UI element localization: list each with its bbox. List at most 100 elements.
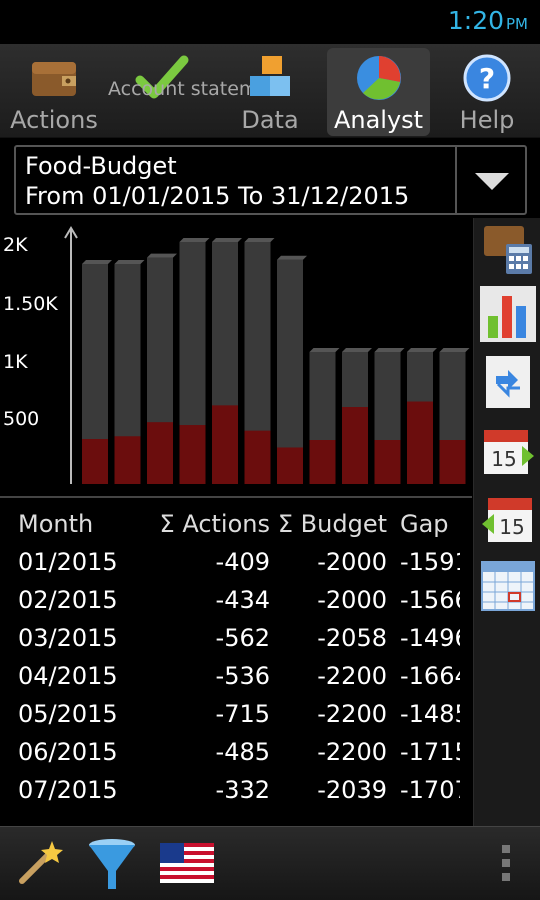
tab-account-statement-label: Account statement xyxy=(108,78,289,100)
tab-actions-label: Actions xyxy=(10,106,98,134)
budget-selector[interactable]: Food-Budget From 01/01/2015 To 31/12/201… xyxy=(14,145,527,215)
budget-bar-top xyxy=(309,348,340,352)
cell-gap: -1591 xyxy=(400,548,460,576)
calendar-icon[interactable] xyxy=(480,558,536,614)
budget-name: Food-Budget xyxy=(25,152,177,180)
table-row: 03/2015 -562 -2058 -1496 xyxy=(0,624,472,662)
budget-bar-top xyxy=(407,348,437,352)
cell-month: 06/2015 xyxy=(18,738,118,766)
tab-help-label: Help xyxy=(459,106,515,134)
cell-month: 05/2015 xyxy=(18,700,118,728)
wallet-calculator-icon[interactable] xyxy=(480,220,536,276)
bar-chart-icon[interactable] xyxy=(480,286,536,342)
bar-group xyxy=(342,348,372,484)
header-gap: Gap xyxy=(400,510,449,538)
tab-data[interactable]: Data xyxy=(224,48,316,136)
bar-group xyxy=(147,253,177,484)
cell-gap: -1485 xyxy=(400,700,460,728)
actions-bar xyxy=(407,401,433,484)
table-row: 04/2015 -536 -2200 -1664 xyxy=(0,662,472,700)
actions-bar xyxy=(309,440,336,484)
chart-divider xyxy=(0,496,472,498)
actions-bar xyxy=(179,425,206,484)
tab-actions[interactable]: Actions xyxy=(4,48,104,136)
actions-bar xyxy=(374,440,401,484)
clock-time: 1:20 xyxy=(447,6,504,35)
svg-text:15: 15 xyxy=(499,515,524,539)
overflow-menu-icon[interactable] xyxy=(502,845,510,887)
cell-budget: -2200 xyxy=(317,662,387,690)
bar-group xyxy=(407,348,437,484)
budget-bar-top xyxy=(179,238,210,242)
budget-bar-top xyxy=(439,348,470,352)
budget-bar-top xyxy=(114,260,145,264)
date-range: From 01/01/2015 To 31/12/2015 xyxy=(25,182,410,210)
header-actions: Σ Actions xyxy=(159,510,270,538)
cell-gap: -1715 xyxy=(400,738,460,766)
budget-bar-top xyxy=(342,348,372,352)
cubes-icon xyxy=(250,56,290,96)
cell-budget: -2200 xyxy=(317,700,387,728)
clock-ampm: PM xyxy=(506,15,528,33)
status-bar: 1:20 PM xyxy=(0,0,540,44)
cell-gap: -1566 xyxy=(400,586,460,614)
side-toolbar: 15 15 xyxy=(473,218,540,828)
clock: 1:20 PM xyxy=(448,6,528,35)
bottom-bar xyxy=(0,826,540,900)
cell-actions: -715 xyxy=(215,700,270,728)
tab-data-label: Data xyxy=(241,106,299,134)
table-row: 07/2015 -332 -2039 -1707 xyxy=(0,776,472,814)
actions-bar xyxy=(212,405,238,484)
compare-arrows-icon[interactable] xyxy=(480,354,536,410)
svg-text:?: ? xyxy=(479,62,495,95)
help-icon: ? xyxy=(463,54,511,102)
cell-gap: -1664 xyxy=(400,662,460,690)
cell-actions: -536 xyxy=(215,662,270,690)
budget-bar-top xyxy=(374,348,405,352)
cell-gap: -1707 xyxy=(400,776,460,804)
pie-chart-icon xyxy=(356,56,401,100)
calendar-next-icon[interactable]: 15 xyxy=(480,422,536,478)
cell-actions: -434 xyxy=(215,586,270,614)
cell-budget: -2200 xyxy=(317,738,387,766)
dropdown-button[interactable] xyxy=(455,147,525,213)
table-row: 01/2015 -409 -2000 -1591 xyxy=(0,548,472,586)
cell-actions: -409 xyxy=(215,548,270,576)
actions-bar xyxy=(342,407,368,484)
cell-actions: -562 xyxy=(215,624,270,652)
cell-budget: -2000 xyxy=(317,548,387,576)
actions-bar xyxy=(244,430,271,484)
top-toolbar: Actions Account statement Data Analyst ?… xyxy=(0,44,540,138)
actions-bar xyxy=(82,439,108,484)
filter-icon[interactable] xyxy=(86,837,138,893)
cell-month: 03/2015 xyxy=(18,624,118,652)
budget-bar-top xyxy=(212,238,242,242)
cell-gap: -1496 xyxy=(400,624,460,652)
tab-analyst[interactable]: Analyst xyxy=(327,48,430,136)
cell-actions: -485 xyxy=(215,738,270,766)
wallet-icon xyxy=(32,62,76,96)
actions-bar xyxy=(114,436,141,484)
bar-group xyxy=(439,348,470,484)
calendar-prev-icon[interactable]: 15 xyxy=(480,490,536,546)
header-month: Month xyxy=(18,510,94,538)
summary-table: Month Σ Actions Σ Budget Gap 01/2015 -409… xyxy=(0,500,472,826)
bar-group xyxy=(244,238,275,484)
cell-month: 04/2015 xyxy=(18,662,118,690)
actions-bar xyxy=(147,422,173,484)
us-flag-icon[interactable] xyxy=(160,843,214,883)
cell-month: 02/2015 xyxy=(18,586,118,614)
bar-group xyxy=(82,260,112,484)
tab-help[interactable]: ? Help xyxy=(438,48,536,136)
cell-budget: -2000 xyxy=(317,586,387,614)
tab-account-statement[interactable]: Account statement xyxy=(108,48,289,136)
cell-budget: -2039 xyxy=(317,776,387,804)
chevron-down-icon xyxy=(475,173,509,190)
table-row: 05/2015 -715 -2200 -1485 xyxy=(0,700,472,738)
actions-bar xyxy=(439,440,466,484)
budget-bar-top xyxy=(147,253,177,258)
budget-chart: 2K 1.50K 1K 500 xyxy=(0,222,472,497)
magic-wand-icon[interactable] xyxy=(14,837,66,889)
cell-month: 01/2015 xyxy=(18,548,118,576)
table-row: 06/2015 -485 -2200 -1715 xyxy=(0,738,472,776)
